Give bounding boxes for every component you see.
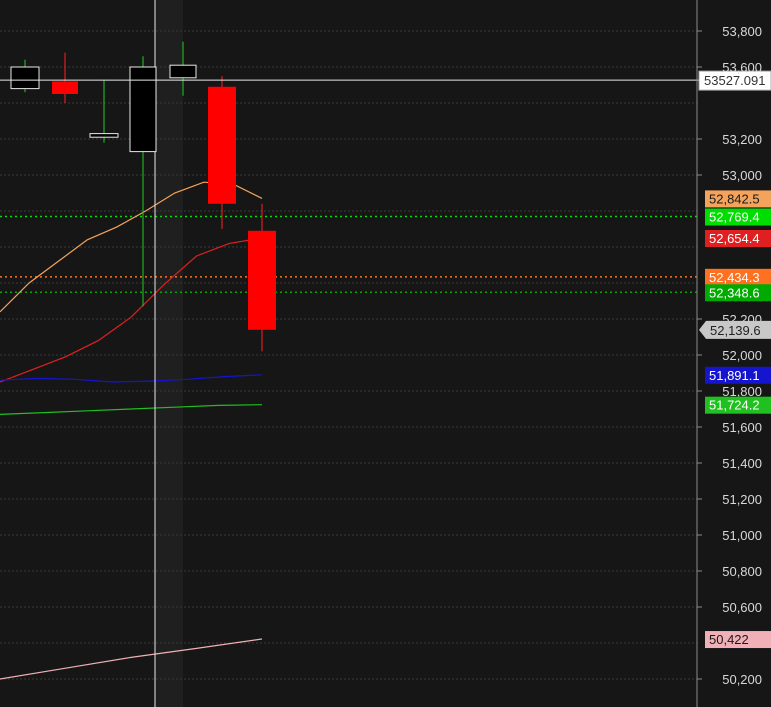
axis-tick-label: 50,800 (722, 564, 762, 579)
price-level-tag: 52,348.6 (709, 285, 760, 300)
axis-tick-label: 50,200 (722, 672, 762, 687)
indicator-tag: 52,654.4 (709, 231, 760, 246)
indicator-tag: 51,891.1 (709, 368, 760, 383)
candle-body-bullish (169, 64, 197, 79)
price-level-tag: 52,769.4 (709, 210, 760, 225)
price-axis[interactable]: 53,80053,60053,20053,00052,20052,00051,8… (697, 24, 762, 687)
candle-body-bearish (208, 86, 236, 204)
candle-body-bullish (89, 133, 119, 138)
current-price-tag: 52,139.6 (710, 323, 761, 338)
price-level-tag: 52,434.3 (709, 270, 760, 285)
axis-tick-label: 53,000 (722, 168, 762, 183)
candlestick-chart[interactable]: 53527.091 53,80053,60053,20053,00052,200… (0, 0, 771, 707)
plot-background (0, 0, 697, 707)
highlight-band (155, 0, 183, 707)
axis-tick-label: 51,000 (722, 528, 762, 543)
indicator-tag: 50,422 (709, 632, 749, 647)
axis-tick-label: 51,400 (722, 456, 762, 471)
crosshair-label: 53527.091 (704, 73, 765, 88)
candle-body-bearish (52, 81, 78, 94)
axis-tick-label: 52,000 (722, 348, 762, 363)
axis-tick-label: 51,600 (722, 420, 762, 435)
axis-tick-label: 53,800 (722, 24, 762, 39)
axis-tick-label: 53,600 (722, 60, 762, 75)
axis-tick-label: 50,600 (722, 600, 762, 615)
candle-body-bearish (248, 230, 276, 330)
axis-tick-label: 51,200 (722, 492, 762, 507)
candle-body-bullish (10, 66, 40, 90)
axis-tick-label: 53,200 (722, 132, 762, 147)
indicator-tag: 52,842.5 (709, 191, 760, 206)
indicator-tag: 51,724.2 (709, 398, 760, 413)
